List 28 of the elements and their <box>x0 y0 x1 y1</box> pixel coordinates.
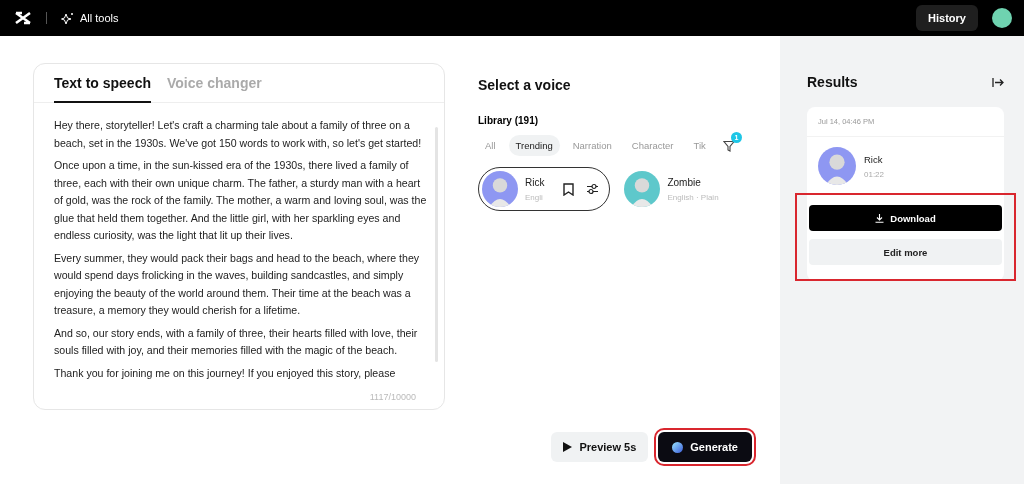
logo-icon[interactable] <box>14 11 32 25</box>
filter-icon[interactable] <box>722 139 735 152</box>
edit-more-button[interactable]: Edit more <box>809 239 1002 265</box>
voice-card[interactable]: Zombie English · Plain <box>620 167 730 211</box>
library-label: Library (191) <box>478 115 540 126</box>
user-avatar[interactable] <box>992 8 1012 28</box>
voice-name: Rick <box>864 153 884 165</box>
voice-name: Rick <box>525 176 545 188</box>
orb-icon <box>672 441 684 453</box>
section-title: Select a voice <box>478 77 572 93</box>
text-input[interactable]: Hey there, storyteller! Let's craft a charming tale about a family of three on a beach, set in the 1930s. We've got 150 words to work with, so let's get started! Once upon a time, in the sun-kissed era of the 1930s, there lived a family of three, each with their own unique charm. The father, a sturdy man with a heart of gold, was the rock of the family. The mother, a warm and loving soul, was the glue that held them together. And the little girl, with her sparkling eyes and endless curiosity, was the light that lit up their lives. Every summer, they would pack their bags and head to the beach, where they would spend days frolicking in the waves, building sandcastles, and simply enjoying the beauty of the world around them. Their time at the beach was a treasure, a memory they would cherish for a lifetime. And so, our story ends, with a family of three, their hearts filled with love, their souls filled with joy, and their memories filled with the magic of the beach. Thank you for joining me on this journey! If you enjoyed this story, please <box>54 117 427 392</box>
bookmark-icon[interactable] <box>563 182 575 196</box>
character-counter: 1117/10000 <box>368 392 417 404</box>
play-icon <box>563 442 573 452</box>
download-icon <box>875 213 885 223</box>
download-button[interactable]: Download <box>809 205 1002 231</box>
preview-button[interactable]: Preview 5s <box>551 432 649 462</box>
voice-name: Zombie <box>667 176 702 188</box>
tab[interactable]: Text to speech <box>54 64 151 103</box>
history-button[interactable]: History <box>916 5 978 31</box>
all-tools-link[interactable]: All tools <box>80 12 119 24</box>
settings-icon[interactable] <box>586 182 600 196</box>
voice-description: English · Plain <box>667 192 719 202</box>
filter-chip[interactable]: Trending <box>508 135 560 156</box>
sparkle-icon <box>61 11 74 25</box>
collapse-icon[interactable] <box>992 76 1004 88</box>
duration: 01:22 <box>864 169 885 179</box>
panel-title: Results <box>807 74 858 90</box>
